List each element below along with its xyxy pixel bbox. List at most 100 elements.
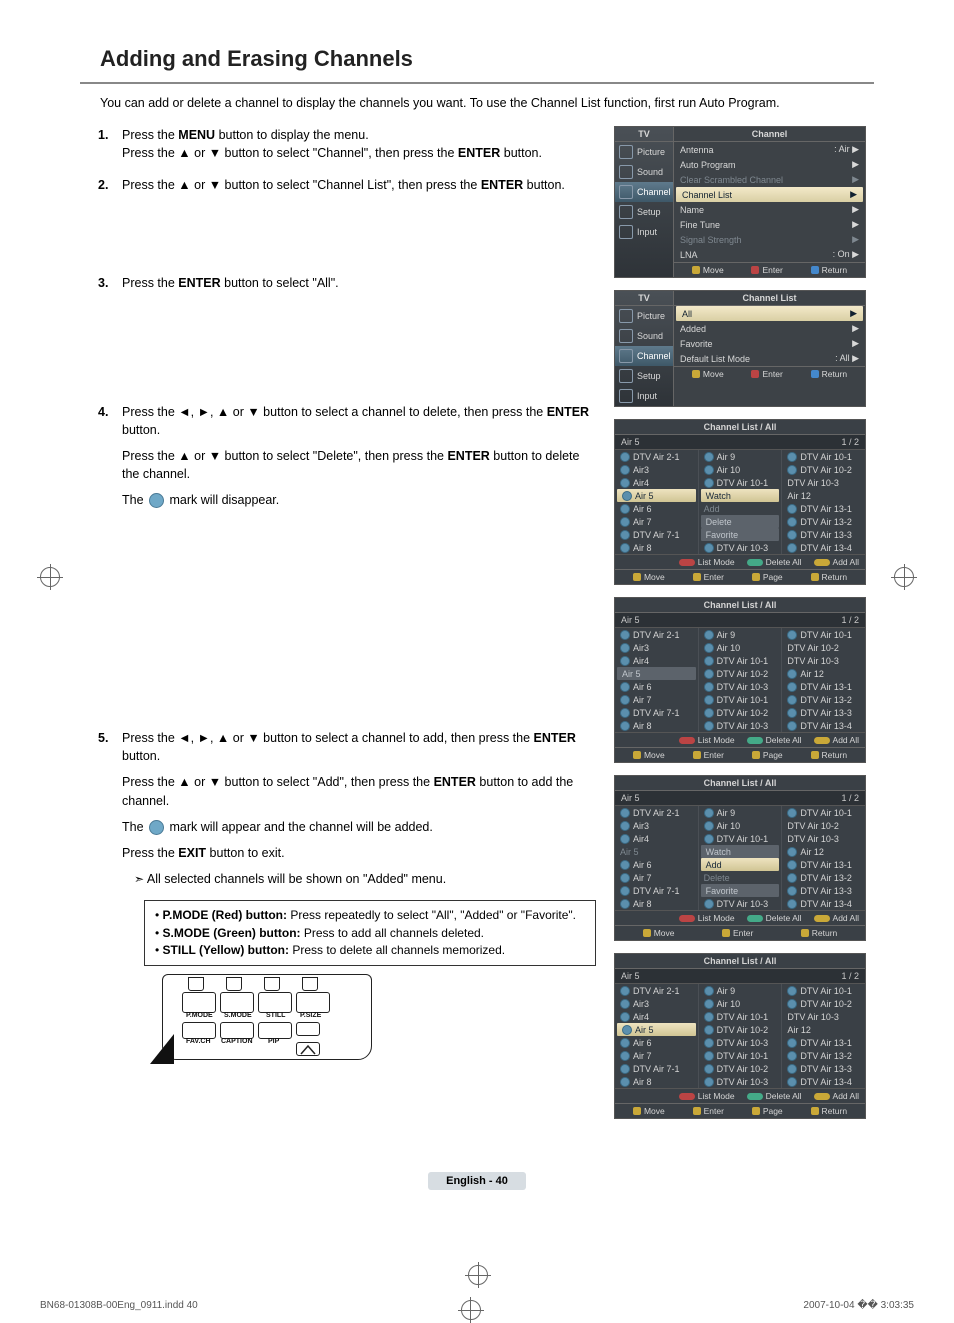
osd-menu-row[interactable]: Auto Program ▶ — [674, 157, 865, 172]
channel-row[interactable]: DTV Air 13-2 — [782, 871, 865, 884]
channel-row[interactable]: Air3 — [615, 641, 698, 654]
channel-row[interactable]: Watch — [701, 489, 780, 502]
channel-row[interactable]: DTV Air 10-2 — [782, 819, 865, 832]
channel-row[interactable]: Air 5 — [615, 845, 698, 858]
channel-row[interactable]: DTV Air 10-1 — [699, 1010, 782, 1023]
channel-row[interactable]: Air 10 — [699, 997, 782, 1010]
channel-row[interactable]: Air 6 — [615, 1036, 698, 1049]
channel-row[interactable]: DTV Air 2-1 — [615, 984, 698, 997]
channel-row[interactable]: Add — [699, 502, 782, 515]
osd-menu-row[interactable]: Fine Tune ▶ — [674, 217, 865, 232]
osd-menu-row[interactable]: Antenna: Air ▶ — [674, 142, 865, 157]
osd-side-item[interactable]: Picture — [615, 306, 673, 326]
osd-side-item[interactable]: Sound — [615, 326, 673, 346]
channel-row[interactable]: Air 5 — [617, 1023, 696, 1036]
channel-row[interactable]: Air 9 — [699, 628, 782, 641]
channel-row[interactable]: DTV Air 10-1 — [699, 476, 782, 489]
channel-row[interactable]: Air 7 — [615, 1049, 698, 1062]
channel-row[interactable]: DTV Air 10-3 — [699, 1036, 782, 1049]
channel-row[interactable]: DTV Air 13-4 — [782, 719, 865, 732]
channel-row[interactable]: DTV Air 13-4 — [782, 897, 865, 910]
channel-row[interactable]: DTV Air 7-1 — [615, 528, 698, 541]
channel-row[interactable]: DTV Air 13-2 — [782, 515, 865, 528]
channel-row[interactable]: DTV Air 10-1 — [782, 450, 865, 463]
osd-menu-row[interactable]: LNA: On ▶ — [674, 247, 865, 262]
channel-row[interactable]: Air4 — [615, 654, 698, 667]
channel-row[interactable]: Air 7 — [615, 515, 698, 528]
channel-row[interactable]: Delete — [701, 515, 780, 528]
osd-menu-row[interactable]: Signal Strength ▶ — [674, 232, 865, 247]
channel-row[interactable]: Air 8 — [615, 719, 698, 732]
osd-side-item[interactable]: Channel — [615, 346, 673, 366]
osd-menu-row[interactable]: Default List Mode: All ▶ — [674, 351, 865, 366]
channel-row[interactable]: Air 9 — [699, 806, 782, 819]
channel-row[interactable]: DTV Air 10-1 — [782, 806, 865, 819]
channel-row[interactable]: DTV Air 13-1 — [782, 680, 865, 693]
osd-menu-row[interactable]: All ▶ — [676, 306, 863, 321]
channel-row[interactable]: Air 5 — [617, 489, 696, 502]
channel-row[interactable]: DTV Air 13-3 — [782, 1062, 865, 1075]
channel-row[interactable]: DTV Air 7-1 — [615, 884, 698, 897]
channel-row[interactable]: DTV Air 10-3 — [782, 654, 865, 667]
channel-row[interactable]: Air 7 — [615, 693, 698, 706]
channel-row[interactable]: DTV Air 13-2 — [782, 1049, 865, 1062]
channel-row[interactable]: DTV Air 10-1 — [699, 693, 782, 706]
osd-menu-row[interactable]: Name ▶ — [674, 202, 865, 217]
channel-row[interactable]: DTV Air 2-1 — [615, 450, 698, 463]
channel-row[interactable]: DTV Air 10-3 — [699, 541, 782, 554]
channel-row[interactable]: Air3 — [615, 463, 698, 476]
channel-row[interactable]: DTV Air 10-1 — [699, 1049, 782, 1062]
channel-row[interactable]: Air 8 — [615, 897, 698, 910]
channel-row[interactable]: Favorite — [701, 528, 780, 541]
osd-side-item[interactable]: Input — [615, 386, 673, 406]
channel-row[interactable]: DTV Air 13-4 — [782, 541, 865, 554]
channel-row[interactable]: DTV Air 10-2 — [699, 667, 782, 680]
channel-row[interactable]: DTV Air 10-2 — [782, 641, 865, 654]
osd-menu-row[interactable]: Added ▶ — [674, 321, 865, 336]
channel-row[interactable]: DTV Air 10-1 — [699, 654, 782, 667]
channel-row[interactable]: Delete — [699, 871, 782, 884]
channel-row[interactable]: DTV Air 10-1 — [782, 984, 865, 997]
channel-row[interactable]: Favorite — [701, 884, 780, 897]
channel-row[interactable]: DTV Air 10-3 — [782, 476, 865, 489]
channel-row[interactable]: DTV Air 2-1 — [615, 806, 698, 819]
osd-side-item[interactable]: Input — [615, 222, 673, 242]
channel-row[interactable]: Air 12 — [782, 667, 865, 680]
channel-row[interactable]: Air 6 — [615, 502, 698, 515]
channel-row[interactable]: DTV Air 10-3 — [699, 680, 782, 693]
channel-row[interactable]: DTV Air 10-3 — [699, 1075, 782, 1088]
osd-side-item[interactable]: Channel — [615, 182, 673, 202]
osd-menu-row[interactable]: Channel List ▶ — [676, 187, 863, 202]
channel-row[interactable]: Air 10 — [699, 463, 782, 476]
channel-row[interactable]: DTV Air 13-3 — [782, 884, 865, 897]
channel-row[interactable]: DTV Air 13-2 — [782, 693, 865, 706]
osd-side-item[interactable]: Sound — [615, 162, 673, 182]
channel-row[interactable]: Air 10 — [699, 641, 782, 654]
channel-row[interactable]: DTV Air 10-3 — [782, 1010, 865, 1023]
channel-row[interactable]: Air 8 — [615, 541, 698, 554]
channel-row[interactable]: Air 5 — [617, 667, 696, 680]
channel-row[interactable]: DTV Air 7-1 — [615, 1062, 698, 1075]
channel-row[interactable]: DTV Air 10-1 — [782, 628, 865, 641]
channel-row[interactable]: Air 10 — [699, 819, 782, 832]
channel-row[interactable]: DTV Air 10-2 — [782, 463, 865, 476]
channel-row[interactable]: Air 12 — [782, 489, 865, 502]
channel-row[interactable]: DTV Air 13-1 — [782, 1036, 865, 1049]
osd-side-item[interactable]: Picture — [615, 142, 673, 162]
channel-row[interactable]: DTV Air 10-2 — [699, 1023, 782, 1036]
channel-row[interactable]: DTV Air 10-1 — [699, 832, 782, 845]
channel-row[interactable]: Air 6 — [615, 858, 698, 871]
channel-row[interactable]: DTV Air 7-1 — [615, 706, 698, 719]
channel-row[interactable]: Air 9 — [699, 450, 782, 463]
channel-row[interactable]: Air4 — [615, 1010, 698, 1023]
channel-row[interactable]: Air3 — [615, 819, 698, 832]
channel-row[interactable]: DTV Air 10-3 — [782, 832, 865, 845]
channel-row[interactable]: Air4 — [615, 476, 698, 489]
channel-row[interactable]: Air 12 — [782, 1023, 865, 1036]
channel-row[interactable]: DTV Air 13-1 — [782, 858, 865, 871]
channel-row[interactable]: DTV Air 13-3 — [782, 706, 865, 719]
osd-side-item[interactable]: Setup — [615, 366, 673, 386]
channel-row[interactable]: Air 6 — [615, 680, 698, 693]
channel-row[interactable]: DTV Air 10-2 — [782, 997, 865, 1010]
channel-row[interactable]: DTV Air 10-2 — [699, 1062, 782, 1075]
